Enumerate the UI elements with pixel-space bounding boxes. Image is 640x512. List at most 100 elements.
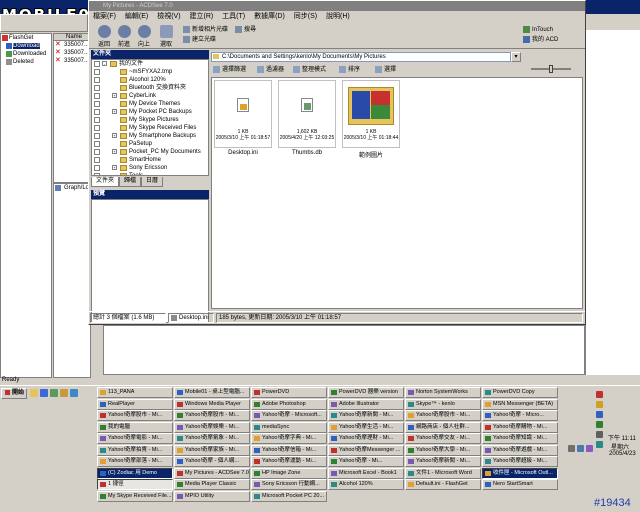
taskbar-button[interactable]: Yahoo!奇摩新聞 - Mi... — [405, 456, 481, 467]
taskbar-button[interactable]: Yahoo!奇摩信箱 - Mi... — [251, 444, 327, 456]
taskbar-button[interactable]: Yahoo!奇摩股市 - Mi... — [97, 410, 173, 421]
taskbar-button[interactable]: Yahoo!奇摩運動 - Mi... — [251, 456, 327, 467]
ie-icon[interactable] — [40, 389, 48, 397]
desktop-icon[interactable] — [50, 389, 58, 397]
checkbox[interactable] — [94, 149, 100, 155]
tray-icon[interactable] — [596, 401, 603, 408]
taskbar-button[interactable]: Yahoo!奇摩 - Mi... — [328, 456, 404, 467]
taskbar-button[interactable]: Yahoo!奇摩拍賣 - Mi... — [97, 444, 173, 456]
folder-tree-item[interactable]: My Device Themes — [92, 100, 208, 108]
taskbar-button[interactable]: (C) Zodiac 用 Demo — [97, 467, 173, 479]
tab-calendar[interactable]: 日曆 — [141, 177, 164, 187]
taskbar-button[interactable]: Yahoo!奇摩部落 - Mi... — [97, 456, 173, 467]
checkbox[interactable] — [94, 117, 100, 123]
taskbar-button[interactable]: Alcohol 120% — [328, 479, 404, 490]
taskbar-button[interactable]: Default.ini - FlashGet — [405, 479, 481, 490]
taskbar-button[interactable]: Windows Media Player — [174, 398, 250, 410]
taskbar-button[interactable]: Norton SystemWorks — [405, 387, 481, 398]
tree-item-flashget[interactable]: FlashGet — [1, 34, 51, 42]
taskbar-button[interactable]: 我的電腦 — [97, 421, 173, 433]
checkbox[interactable] — [94, 77, 100, 83]
taskbar-button[interactable]: Yahoo!奇摩股市 - Mi... — [405, 410, 481, 421]
address-dropdown[interactable]: ▾ — [511, 52, 521, 62]
folder-tree-item[interactable]: + My Smartphone Backups — [92, 132, 208, 140]
taskbar-button[interactable]: 1 捷徑 — [97, 479, 173, 490]
tree-item-download[interactable]: Download — [1, 42, 51, 50]
checkbox[interactable] — [94, 157, 100, 163]
menu-edit[interactable]: 編輯(E) — [125, 11, 148, 23]
menu-sync[interactable]: 同步(S) — [294, 11, 317, 23]
menu-view[interactable]: 檢視(V) — [157, 11, 180, 23]
taskbar-button[interactable]: Mobile01 - 桌上型電腦... — [174, 387, 250, 398]
folder-tree-item[interactable]: + Pocket_PC My Documents — [92, 148, 208, 156]
taskbar-button[interactable]: Microsoft Excel - Book1 — [328, 467, 404, 479]
select-button[interactable]: 選取 — [153, 23, 179, 49]
tree-item-downloaded[interactable]: Downloaded — [1, 50, 51, 58]
menu-file[interactable]: 檔案(F) — [93, 11, 116, 23]
checkbox[interactable] — [94, 165, 100, 171]
folder-tree-item[interactable]: - 我的文件 — [92, 60, 208, 68]
folder-tree-item[interactable]: SmartHome — [92, 156, 208, 164]
tab-catalog[interactable]: 歸檔 — [119, 177, 142, 187]
filter-select-button[interactable]: 選擇篩選 — [213, 65, 246, 75]
filter-button[interactable]: 過濾器 — [257, 65, 284, 75]
new-album-button[interactable]: 新增相片光碟 — [183, 25, 228, 35]
intouch-button[interactable]: InTouch — [523, 25, 553, 35]
expand-icon[interactable]: + — [112, 93, 117, 98]
taskbar-button[interactable]: Media Player Classic — [174, 479, 250, 490]
taskbar-button[interactable]: Yahoo!奇摩 - Micro... — [482, 410, 558, 421]
taskbar-button[interactable]: Yahoo!奇摩購物 - Mi... — [482, 421, 558, 433]
checkbox[interactable] — [94, 173, 100, 175]
checkbox[interactable] — [94, 93, 100, 99]
folder-tree-item[interactable]: + CyberLink — [92, 92, 208, 100]
menu-help[interactable]: 說明(H) — [326, 11, 350, 23]
list-header-name[interactable]: Name — [54, 34, 90, 41]
folder-tree-item[interactable]: PaSetup — [92, 140, 208, 148]
checkbox[interactable] — [94, 109, 100, 115]
list-item[interactable]: ✕ 335007... — [54, 57, 90, 65]
taskbar-button[interactable]: PowerDVD 器樂 version — [328, 387, 404, 398]
expand-icon[interactable]: + — [112, 133, 117, 138]
folder-tree-item[interactable]: ~mSFYXA2.tmp — [92, 68, 208, 76]
acdsee-title-bar[interactable]: My Pictures - ACDSee 7.0 — [89, 1, 585, 11]
tray-icon[interactable] — [586, 445, 593, 452]
folder-tree-item[interactable]: + Sony Ericsson — [92, 164, 208, 172]
file-list-area[interactable]: 1 KB 2005/3/10 上午 01:18:57 Desktop.ini 1,… — [211, 77, 583, 309]
clock-time[interactable]: 下午 11:11 — [608, 433, 636, 442]
folder-tree[interactable]: - 我的文件 ~mSFYXA2.tmp Alcohol 120% Bluetooth 交… — [91, 59, 209, 176]
taskbar-button[interactable]: Yahoo!奇摩字典 - Mi... — [251, 433, 327, 444]
expand-icon[interactable]: + — [112, 109, 117, 114]
create-cd-button[interactable]: 建立光碟 — [183, 35, 216, 45]
taskbar-button[interactable]: Yahoo!奇摩 - Microsoft... — [251, 410, 327, 421]
taskbar-button[interactable]: 文件1 - Microsoft Word — [405, 467, 481, 479]
list-item[interactable]: ✕ 335007... — [54, 49, 90, 57]
taskbar-button[interactable]: Yahoo!奇摩 - 個人網... — [174, 456, 250, 467]
tab-folders[interactable]: 文件夾 — [91, 177, 120, 187]
tray-icon[interactable] — [596, 421, 603, 428]
folder-tree-item[interactable]: + My Pocket PC Backups — [92, 108, 208, 116]
taskbar-button[interactable]: Microsoft Pocket PC 20... — [251, 490, 327, 502]
menu-create[interactable]: 建立(R) — [190, 11, 214, 23]
flashget-category-tree[interactable]: FlashGet Download Downloaded Deleted — [0, 33, 52, 378]
menu-database[interactable]: 數據庫(D) — [254, 11, 285, 23]
folder-tree-item[interactable]: Bluetooth 交換資料夾 — [92, 84, 208, 92]
taskbar-button[interactable]: Yahoo!奇摩股市 - Mi... — [174, 410, 250, 421]
taskbar-button[interactable]: Yahoo!奇摩電影 - Mi... — [97, 433, 173, 444]
taskbar-button[interactable]: Nero StartSmart — [482, 479, 558, 490]
taskbar-button[interactable]: Yahoo!奇摩氣象 - Mi... — [174, 433, 250, 444]
taskbar-button[interactable]: Yahoo!奇摩家族 - Mi... — [174, 444, 250, 456]
taskbar-button[interactable]: My Skype Received File... — [97, 490, 173, 502]
taskbar-button[interactable]: Yahoo!奇摩遊戲 - Mi... — [482, 444, 558, 456]
taskbar-button[interactable]: MPIO Utility — [174, 490, 250, 502]
acdsee-window[interactable]: My Pictures - ACDSee 7.0 檔案(F) 編輯(E) 檢視(… — [88, 0, 586, 325]
list-item[interactable]: ✕ 335007... — [54, 41, 90, 49]
file-thumbnail[interactable]: 1 KB 2005/3/10 上午 01:18:44 — [342, 80, 400, 148]
folder-icon[interactable] — [30, 389, 38, 397]
taskbar-button[interactable]: RealPlayer — [97, 398, 173, 410]
expand-icon[interactable]: + — [112, 149, 117, 154]
taskbar-button[interactable]: Adobe Photoshop — [251, 398, 327, 410]
folder-tree-item[interactable]: My Skype Pictures — [92, 116, 208, 124]
view-mode-button[interactable]: 整理模式 — [293, 65, 326, 75]
tree-item-deleted[interactable]: Deleted — [1, 58, 51, 66]
taskbar-button[interactable]: Yahoo!奇摩交友 - Mi... — [405, 433, 481, 444]
